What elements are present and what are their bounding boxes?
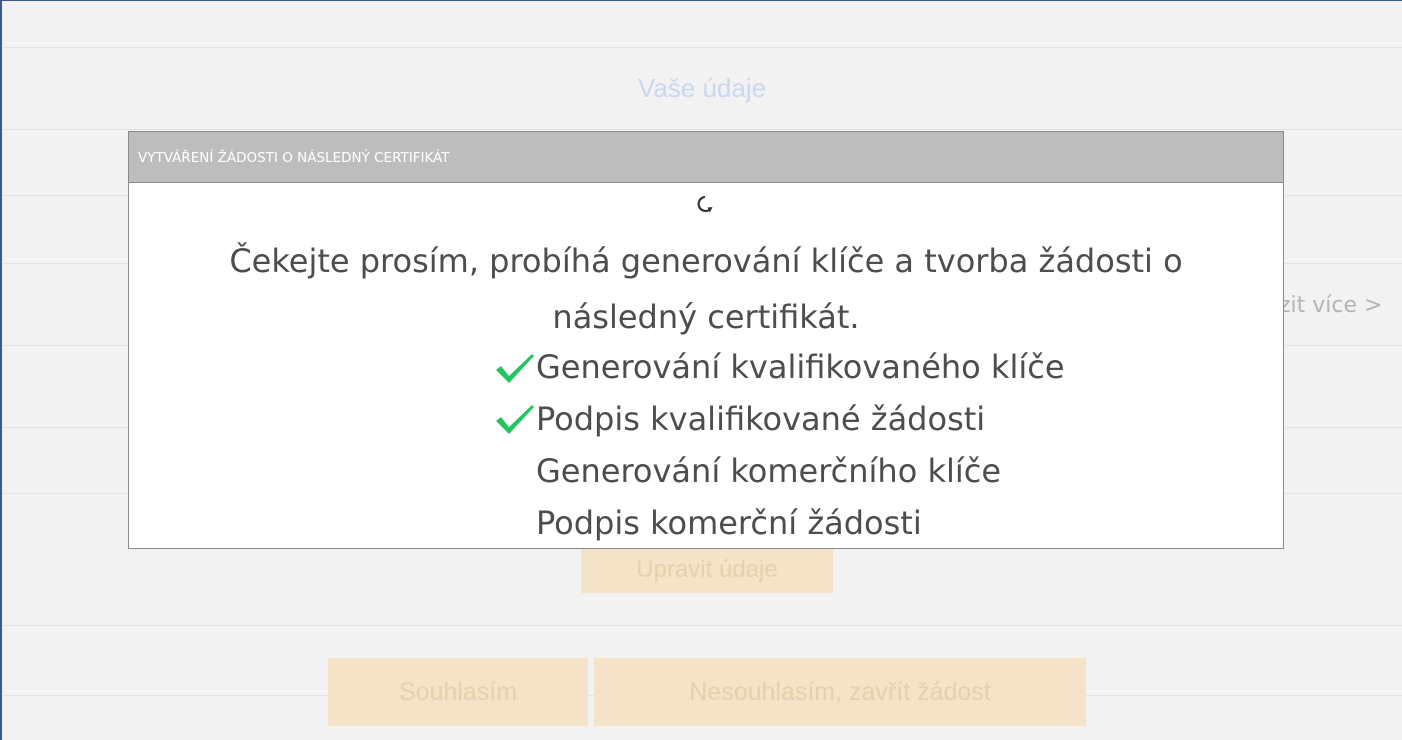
status-message-line1: Čekejte prosím, probíhá generování klíče… [229,242,1183,280]
disagree-close-button[interactable]: Nesouhlasím, zavřít žádost [594,658,1086,726]
show-more-link[interactable]: zit více > [1279,293,1382,318]
dialog-title: VYTVÁŘENÍ ŽÁDOSTI O NÁSLEDNÝ CERTIFIKÁT [138,150,450,166]
agree-button[interactable]: Souhlasím [328,658,588,726]
step-item: Podpis kvalifikované žádosti [536,400,986,438]
loading-spinner-icon [697,195,713,213]
edit-details-button[interactable]: Upravit údaje [581,547,833,593]
page-title: Vaše údaje [637,73,767,103]
step-item: Generování komerčního klíče [536,452,1002,490]
step-item: Podpis komerční žádosti [536,504,922,542]
check-icon [496,354,534,383]
check-icon [496,405,534,434]
step-item: Generování kvalifikovaného klíče [536,348,1065,386]
row-divider [2,47,1402,48]
status-message-line2: následný certifikát. [552,298,860,336]
progress-dialog: VYTVÁŘENÍ ŽÁDOSTI O NÁSLEDNÝ CERTIFIKÁT … [128,131,1284,549]
row-divider [2,129,1402,130]
row-divider [2,625,1402,626]
dialog-header: VYTVÁŘENÍ ŽÁDOSTI O NÁSLEDNÝ CERTIFIKÁT [129,132,1283,183]
